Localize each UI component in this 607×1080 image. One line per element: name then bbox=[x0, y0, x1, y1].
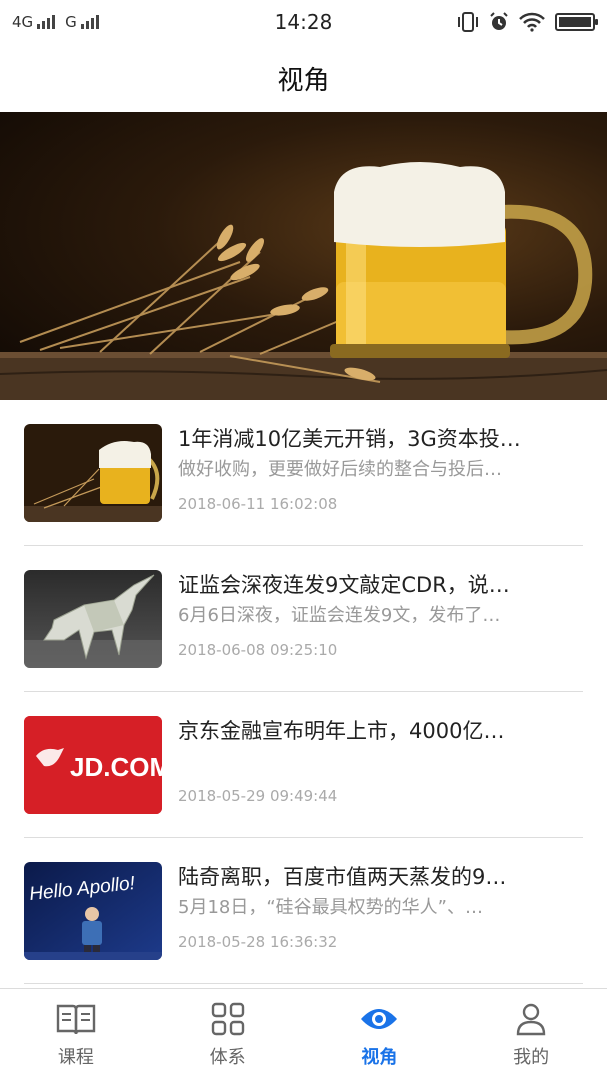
signal-bars-icon-2 bbox=[80, 15, 99, 29]
jd-logo-text: JD.COM 京东 bbox=[70, 752, 162, 782]
eye-icon bbox=[357, 1001, 401, 1037]
tab-system[interactable]: 体系 bbox=[152, 989, 304, 1080]
status-bar: 4G G 14:28 bbox=[0, 0, 607, 44]
hello-apollo-thumbnail: Hello Apollo! bbox=[24, 862, 162, 960]
tab-bar: 课程 体系 视角 我的 bbox=[0, 988, 607, 1080]
article-title: 证监会深夜连发9文敲定CDR，说… bbox=[178, 573, 510, 597]
banner-image[interactable] bbox=[0, 112, 607, 400]
article-date: 2018-05-29 09:49:44 bbox=[178, 787, 338, 805]
tab-perspective[interactable]: 视角 bbox=[304, 989, 456, 1080]
unicorn-origami-thumbnail bbox=[24, 570, 162, 668]
article-summary: 5月18日，“硅谷最具权势的华人”、… bbox=[178, 897, 484, 918]
wifi-icon bbox=[519, 12, 545, 32]
alarm-icon bbox=[490, 12, 508, 30]
article-summary: 做好收购，更要做好后续的整合与投后… bbox=[178, 459, 502, 480]
jd-logo-thumbnail: JD.COM 京东 bbox=[24, 716, 162, 814]
tab-courses[interactable]: 课程 bbox=[0, 989, 152, 1080]
grid-icon bbox=[206, 1001, 250, 1037]
list-item[interactable]: 1年消减10亿美元开销，3G资本投… 做好收购，更要做好后续的整合与投后… 20… bbox=[24, 400, 583, 546]
article-title: 1年消减10亿美元开销，3G资本投… bbox=[178, 427, 521, 451]
signal-indicators: 4G G bbox=[12, 13, 105, 31]
list-item[interactable]: Hello Apollo! 陆奇离职，百度市值两天蒸发的9… 5月18日，“硅谷… bbox=[24, 838, 583, 984]
article-date: 2018-06-11 16:02:08 bbox=[178, 495, 338, 513]
tab-label: 课程 bbox=[57, 1047, 94, 1068]
book-icon bbox=[54, 1001, 98, 1037]
battery-icon bbox=[555, 13, 598, 31]
page-title: 视角 bbox=[277, 65, 330, 96]
article-title: 京东金融宣布明年上市，4000亿… bbox=[178, 719, 505, 743]
tab-label: 我的 bbox=[513, 1047, 550, 1068]
person-icon bbox=[509, 1001, 553, 1037]
tab-mine[interactable]: 我的 bbox=[455, 989, 607, 1080]
article-title: 陆奇离职，百度市值两天蒸发的9… bbox=[178, 865, 507, 889]
beer-mug-image bbox=[0, 162, 607, 400]
vibrate-icon bbox=[458, 12, 478, 32]
article-date: 2018-06-08 09:25:10 bbox=[178, 641, 338, 659]
status-icons bbox=[457, 12, 598, 32]
tab-label: 视角 bbox=[361, 1047, 398, 1068]
article-list: 1年消减10亿美元开销，3G资本投… 做好收购，更要做好后续的整合与投后… 20… bbox=[24, 400, 583, 984]
tab-label: 体系 bbox=[209, 1047, 246, 1068]
beer-thumbnail bbox=[24, 424, 162, 522]
list-item[interactable]: 证监会深夜连发9文敲定CDR，说… 6月6日深夜，证监会连发9文，发布了… 20… bbox=[24, 546, 583, 692]
article-summary: 6月6日深夜，证监会连发9文，发布了… bbox=[178, 605, 501, 626]
signal-bars-icon bbox=[37, 15, 56, 29]
list-item[interactable]: JD.COM 京东 京东金融宣布明年上市，4000亿… 2018-05-29 0… bbox=[24, 692, 583, 838]
article-date: 2018-05-28 16:36:32 bbox=[178, 933, 338, 951]
nav-bar: 视角 bbox=[0, 44, 607, 112]
network-type-1: 4G bbox=[12, 13, 34, 31]
network-type-2: G bbox=[65, 13, 77, 31]
